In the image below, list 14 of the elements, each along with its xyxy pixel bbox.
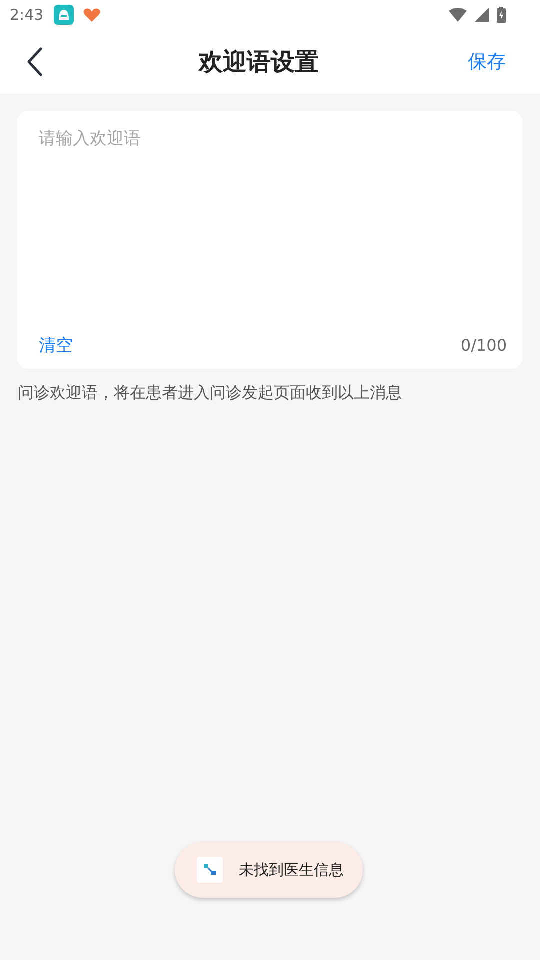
status-time: 2:43	[10, 6, 44, 24]
heart-icon	[82, 6, 102, 24]
signal-icon	[475, 8, 489, 22]
toast-message: 未找到医生信息	[239, 860, 344, 880]
save-button[interactable]: 保存	[468, 49, 506, 75]
welcome-input-field[interactable]: 请输入欢迎语 清空 0/100	[17, 111, 523, 369]
clear-button[interactable]: 清空	[39, 334, 73, 357]
wifi-icon	[449, 8, 467, 22]
battery-icon	[497, 7, 506, 23]
character-counter: 0/100	[460, 336, 507, 355]
page-title: 欢迎语设置	[199, 47, 319, 78]
app-icon	[197, 857, 223, 883]
app-notification-icon	[54, 5, 74, 25]
hint-text: 问诊欢迎语，将在患者进入问诊发起页面收到以上消息	[18, 383, 403, 404]
